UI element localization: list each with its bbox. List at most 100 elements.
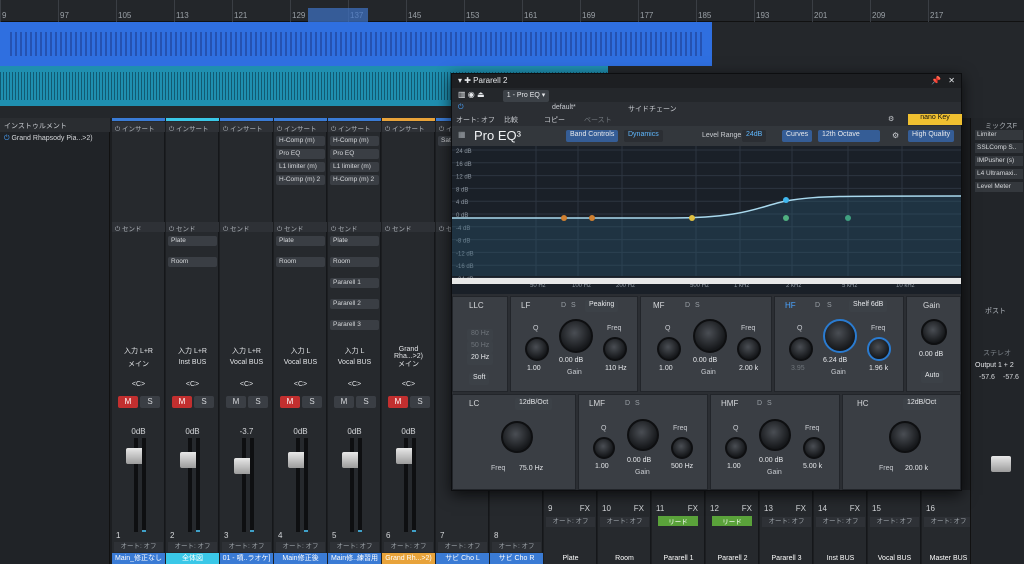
- automation-mode[interactable]: オート: オフ: [924, 517, 973, 527]
- mute-button[interactable]: M: [388, 396, 408, 408]
- input-route[interactable]: 入力 L+R: [222, 346, 271, 356]
- output-route[interactable]: Output 1 + 2: [975, 362, 1014, 369]
- lf-freq-knob[interactable]: [603, 337, 627, 361]
- insert-slot[interactable]: L1 limiter (m): [276, 162, 325, 172]
- automation-mode[interactable]: オート: オフ: [816, 517, 865, 527]
- hc-slope[interactable]: 12dB/Oct: [903, 398, 941, 410]
- timeline-ruler[interactable]: 9971051131211291371451531611691771851932…: [0, 0, 1024, 22]
- hc-freq-knob[interactable]: [889, 421, 921, 453]
- band-node[interactable]: [783, 215, 789, 221]
- auto-off-label[interactable]: オート: オフ: [456, 115, 495, 125]
- instrument-item[interactable]: ⏻ Grand Rhapsody Pia...>2): [4, 135, 108, 145]
- input-route[interactable]: 入力 L: [330, 346, 379, 356]
- band-node[interactable]: [845, 215, 851, 221]
- pan-control[interactable]: <C>: [114, 381, 163, 391]
- power-icon[interactable]: ⏻: [169, 226, 176, 233]
- mute-button[interactable]: M: [172, 396, 192, 408]
- llc-20[interactable]: 20 Hz: [467, 353, 494, 365]
- power-icon[interactable]: ⏻: [439, 126, 446, 133]
- band-node[interactable]: [783, 197, 789, 203]
- lc-slope[interactable]: 12dB/Oct: [515, 398, 553, 410]
- channel-name[interactable]: サビ Cho R: [490, 553, 543, 564]
- settings-icon[interactable]: ⚙: [892, 131, 899, 140]
- hmf-s[interactable]: S: [767, 400, 772, 407]
- gear-icon[interactable]: ⚙: [888, 115, 894, 123]
- main-fader-cap[interactable]: [991, 456, 1011, 472]
- send-slot[interactable]: Plate: [330, 236, 379, 246]
- hf-q-knob[interactable]: [789, 337, 813, 361]
- lf-s[interactable]: S: [571, 302, 576, 309]
- solo-button[interactable]: S: [356, 396, 376, 408]
- insert-slot[interactable]: H-Comp (m) 2: [330, 175, 379, 185]
- power-icon[interactable]: ⏻: [331, 226, 338, 233]
- llc-soft[interactable]: Soft: [469, 373, 490, 385]
- hf-s[interactable]: S: [827, 302, 832, 309]
- channel-name[interactable]: Inst BUS: [814, 553, 867, 564]
- lf-q-knob[interactable]: [525, 337, 549, 361]
- send-slot[interactable]: Room: [330, 257, 379, 267]
- output-route[interactable]: Vocal BUS: [222, 359, 271, 369]
- band-node[interactable]: [561, 215, 567, 221]
- paste-button[interactable]: ペースト: [584, 115, 612, 125]
- solo-button[interactable]: S: [410, 396, 430, 408]
- insert-slot[interactable]: H-Comp (m): [276, 136, 325, 146]
- lmf-gain-knob[interactable]: [627, 419, 659, 451]
- inserts-header[interactable]: ⏻ インサート: [382, 122, 435, 133]
- hf-freq-knob[interactable]: [867, 337, 891, 361]
- automation-mode[interactable]: オート: オフ: [330, 542, 379, 552]
- input-route[interactable]: 入力 L+R: [114, 346, 163, 356]
- pin-icon[interactable]: 📌: [931, 76, 941, 85]
- power-button[interactable]: ⏻: [458, 104, 464, 112]
- octave-select[interactable]: 12th Octave: [818, 130, 880, 142]
- channel-name[interactable]: Master BUS: [922, 553, 975, 564]
- power-icon[interactable]: ⏻: [277, 126, 284, 133]
- channel-name[interactable]: 01 - 噴..ラオケ]: [220, 553, 273, 564]
- automation-mode[interactable]: オート: オフ: [438, 542, 487, 552]
- output-gain-knob[interactable]: [921, 319, 947, 345]
- pan-control[interactable]: <C>: [168, 381, 217, 391]
- input-route[interactable]: 入力 L+R: [168, 346, 217, 356]
- lc-freq-knob[interactable]: [501, 421, 533, 453]
- inserts-header[interactable]: ⏻ インサート: [274, 122, 327, 133]
- insert-slot[interactable]: L1 limiter (m): [330, 162, 379, 172]
- power-icon[interactable]: ⏻: [385, 226, 392, 233]
- eq-curve-display[interactable]: 24 dB16 dB12 dB8 dB4 dB0 dB-4 dB-8 dB-12…: [452, 146, 962, 294]
- channel-name[interactable]: Pararell 3: [760, 553, 813, 564]
- pan-control[interactable]: <C>: [276, 381, 325, 391]
- grid-icon[interactable]: ▥ ◉ ⏏: [458, 90, 487, 99]
- insert-slot[interactable]: H-Comp (m): [330, 136, 379, 146]
- insert-slot[interactable]: Level Meter: [975, 182, 1023, 192]
- sends-header[interactable]: ⏻ センド: [328, 222, 381, 233]
- insert-slot[interactable]: Pro EQ: [330, 149, 379, 159]
- power-icon[interactable]: ⏻: [115, 126, 122, 133]
- automation-mode[interactable]: オート: オフ: [546, 517, 595, 527]
- mf-freq-knob[interactable]: [737, 337, 761, 361]
- mute-button[interactable]: M: [280, 396, 300, 408]
- send-slot[interactable]: Plate: [276, 236, 325, 246]
- solo-button[interactable]: S: [248, 396, 268, 408]
- hf-d[interactable]: D: [815, 302, 820, 309]
- level-range-select[interactable]: 24dB: [742, 130, 767, 142]
- automation-mode[interactable]: オート: オフ: [762, 517, 811, 527]
- hmf-q-knob[interactable]: [725, 437, 747, 459]
- plugin-titlebar[interactable]: ▾ ✚ Pararell 2 📌 ✕: [452, 74, 961, 88]
- inserts-header[interactable]: ⏻ インサート: [328, 122, 381, 133]
- mf-s[interactable]: S: [695, 302, 700, 309]
- hmf-gain-knob[interactable]: [759, 419, 791, 451]
- channel-name[interactable]: Grand Rh...>2): [382, 553, 435, 564]
- send-slot[interactable]: Pararell 2: [330, 299, 379, 309]
- power-icon[interactable]: ⏻: [331, 126, 338, 133]
- curves-button[interactable]: Curves: [782, 130, 813, 142]
- lmf-d[interactable]: D: [625, 400, 630, 407]
- channel-name[interactable]: Vocal BUS: [868, 553, 921, 564]
- input-route[interactable]: 入力 L: [276, 346, 325, 356]
- insert-slot[interactable]: SSLComp S..: [975, 143, 1023, 153]
- automation-mode[interactable]: オート: オフ: [276, 542, 325, 552]
- send-slot[interactable]: Pararell 3: [330, 320, 379, 330]
- dynamics-button[interactable]: Dynamics: [624, 130, 663, 142]
- power-icon[interactable]: ⏻: [223, 226, 230, 233]
- lmf-s[interactable]: S: [635, 400, 640, 407]
- mf-gain-knob[interactable]: [693, 319, 727, 353]
- auto-gain-button[interactable]: Auto: [921, 371, 944, 383]
- pan-control[interactable]: <C>: [330, 381, 379, 391]
